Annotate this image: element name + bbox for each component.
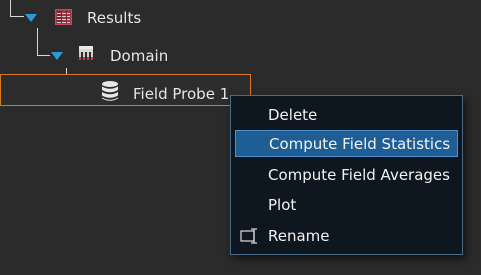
menu-item-label: Plot [268,195,297,214]
domain-grid-icon [79,46,93,60]
tree-item-label: Domain [110,47,169,65]
expand-arrow-icon[interactable] [25,14,37,22]
menu-item-compute-field-statistics[interactable]: Compute Field Statistics [235,130,458,157]
expand-arrow-icon[interactable] [51,52,63,60]
rename-icon [240,228,257,244]
menu-item-delete[interactable]: Delete [235,101,458,128]
menu-item-compute-field-averages[interactable]: Compute Field Averages [235,161,458,188]
context-menu: Delete Compute Field Statistics Compute … [230,95,463,255]
tree-connector [10,0,24,17]
tree-item-label: Results [87,9,142,27]
menu-item-label: Compute Field Statistics [269,134,451,153]
tree-item-field-probe-label: Field Probe 1 [133,82,229,106]
tree-item-label: Field Probe 1 [133,85,230,103]
tree-item-domain[interactable]: Domain [110,44,168,68]
menu-item-label: Delete [268,105,318,124]
table-icon [55,9,72,25]
menu-item-label: Rename [268,226,330,245]
menu-item-plot[interactable]: Plot [235,191,458,218]
menu-item-label: Compute Field Averages [268,165,450,184]
database-icon [102,81,118,101]
menu-item-rename[interactable]: Rename [235,222,458,249]
tree-connector [37,28,50,56]
tree-item-results[interactable]: Results [87,6,141,30]
